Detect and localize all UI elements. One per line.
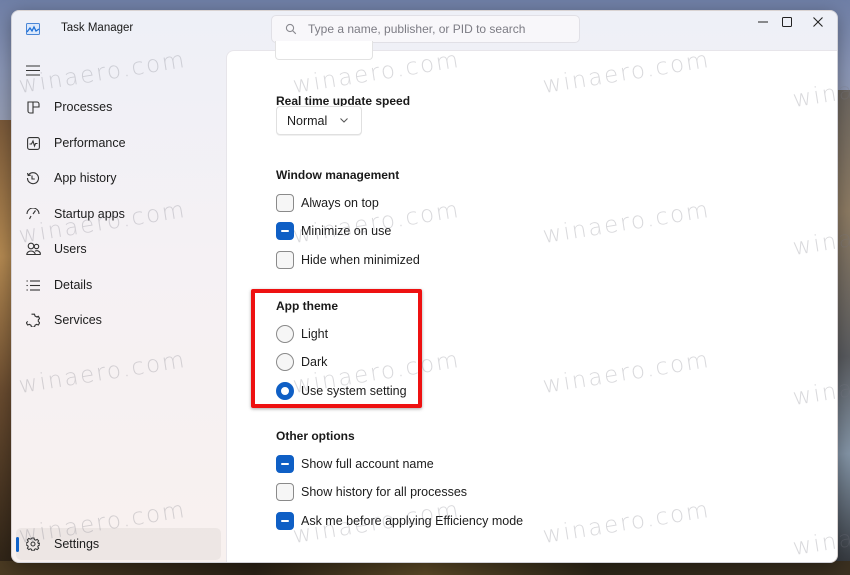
sidebar-item-users[interactable]: Users (16, 233, 221, 265)
option-label: Show full account name (301, 457, 434, 471)
maximize-icon (781, 15, 793, 33)
sidebar-item-app-history[interactable]: App history (16, 162, 221, 194)
option-label: Ask me before applying Efficiency mode (301, 514, 524, 528)
show-history-all-processes-option[interactable]: Show history for all processes (276, 482, 467, 502)
task-manager-window: Task Manager Type a name, publisher, or … (11, 10, 838, 563)
always-on-top-checkbox[interactable] (276, 194, 294, 212)
sidebar-item-label: App history (54, 171, 117, 185)
ask-efficiency-mode-option[interactable]: Ask me before applying Efficiency mode (276, 511, 523, 531)
sidebar-item-label: Startup apps (54, 207, 125, 221)
sidebar-item-services[interactable]: Services (16, 304, 221, 336)
minimize-on-use-option[interactable]: Minimize on use (276, 221, 391, 241)
sidebar-item-performance[interactable]: Performance (16, 127, 221, 159)
settings-page: Real time update speed Normal Window man… (226, 41, 837, 562)
search-icon (285, 22, 299, 36)
sidebar-item-settings[interactable]: Settings (16, 528, 221, 560)
app-title: Task Manager (61, 22, 134, 34)
users-icon (25, 241, 41, 257)
sidebar-item-label: Processes (54, 100, 113, 114)
hide-when-minimized-option[interactable]: Hide when minimized (276, 250, 420, 270)
maximize-button[interactable] (757, 11, 797, 37)
sidebar-item-label: Users (54, 242, 87, 256)
start-page-dropdown[interactable] (275, 41, 373, 60)
sidebar-item-processes[interactable]: Processes (16, 91, 221, 123)
update-speed-dropdown[interactable]: Normal (276, 106, 362, 135)
sidebar-item-label: Details (54, 278, 93, 292)
hide-when-minimized-checkbox[interactable] (276, 251, 294, 269)
sidebar-item-label: Settings (54, 537, 100, 551)
other-options-heading: Other options (276, 429, 355, 443)
close-button[interactable] (798, 11, 837, 37)
search-input[interactable] (308, 22, 568, 36)
desktop-wallpaper-right (836, 90, 850, 575)
minimize-on-use-checkbox[interactable] (276, 222, 294, 240)
title-bar[interactable]: Task Manager (12, 11, 837, 51)
menu-button[interactable] (18, 59, 48, 85)
option-label: Hide when minimized (301, 253, 420, 267)
show-full-account-name-option[interactable]: Show full account name (276, 454, 434, 474)
app-history-icon (25, 170, 41, 186)
sidebar-item-label: Services (54, 313, 102, 327)
ask-efficiency-mode-checkbox[interactable] (276, 512, 294, 530)
option-label: Always on top (301, 196, 379, 210)
processes-icon (25, 99, 41, 115)
search-box[interactable] (271, 15, 580, 43)
performance-icon (25, 135, 41, 151)
show-history-all-processes-checkbox[interactable] (276, 483, 294, 501)
chevron-down-icon (340, 118, 349, 123)
task-manager-icon (26, 23, 40, 35)
sidebar-item-details[interactable]: Details (16, 269, 221, 301)
desktop-wallpaper-bottom (0, 561, 850, 575)
gear-icon (25, 536, 41, 552)
close-icon (812, 15, 824, 33)
services-icon (25, 312, 41, 328)
startup-apps-icon (25, 206, 41, 222)
sidebar-item-startup-apps[interactable]: Startup apps (16, 198, 221, 230)
option-label: Show history for all processes (301, 485, 468, 499)
option-label: Minimize on use (301, 224, 392, 238)
always-on-top-option[interactable]: Always on top (276, 193, 379, 213)
show-full-account-name-checkbox[interactable] (276, 455, 294, 473)
window-management-heading: Window management (276, 168, 400, 182)
hamburger-icon (26, 63, 40, 81)
annotation-highlight-box (251, 289, 422, 408)
update-speed-value: Normal (287, 113, 328, 128)
sidebar-item-label: Performance (54, 136, 126, 150)
sidebar: Processes Performance App history Startu… (12, 51, 226, 562)
details-icon (25, 277, 41, 293)
